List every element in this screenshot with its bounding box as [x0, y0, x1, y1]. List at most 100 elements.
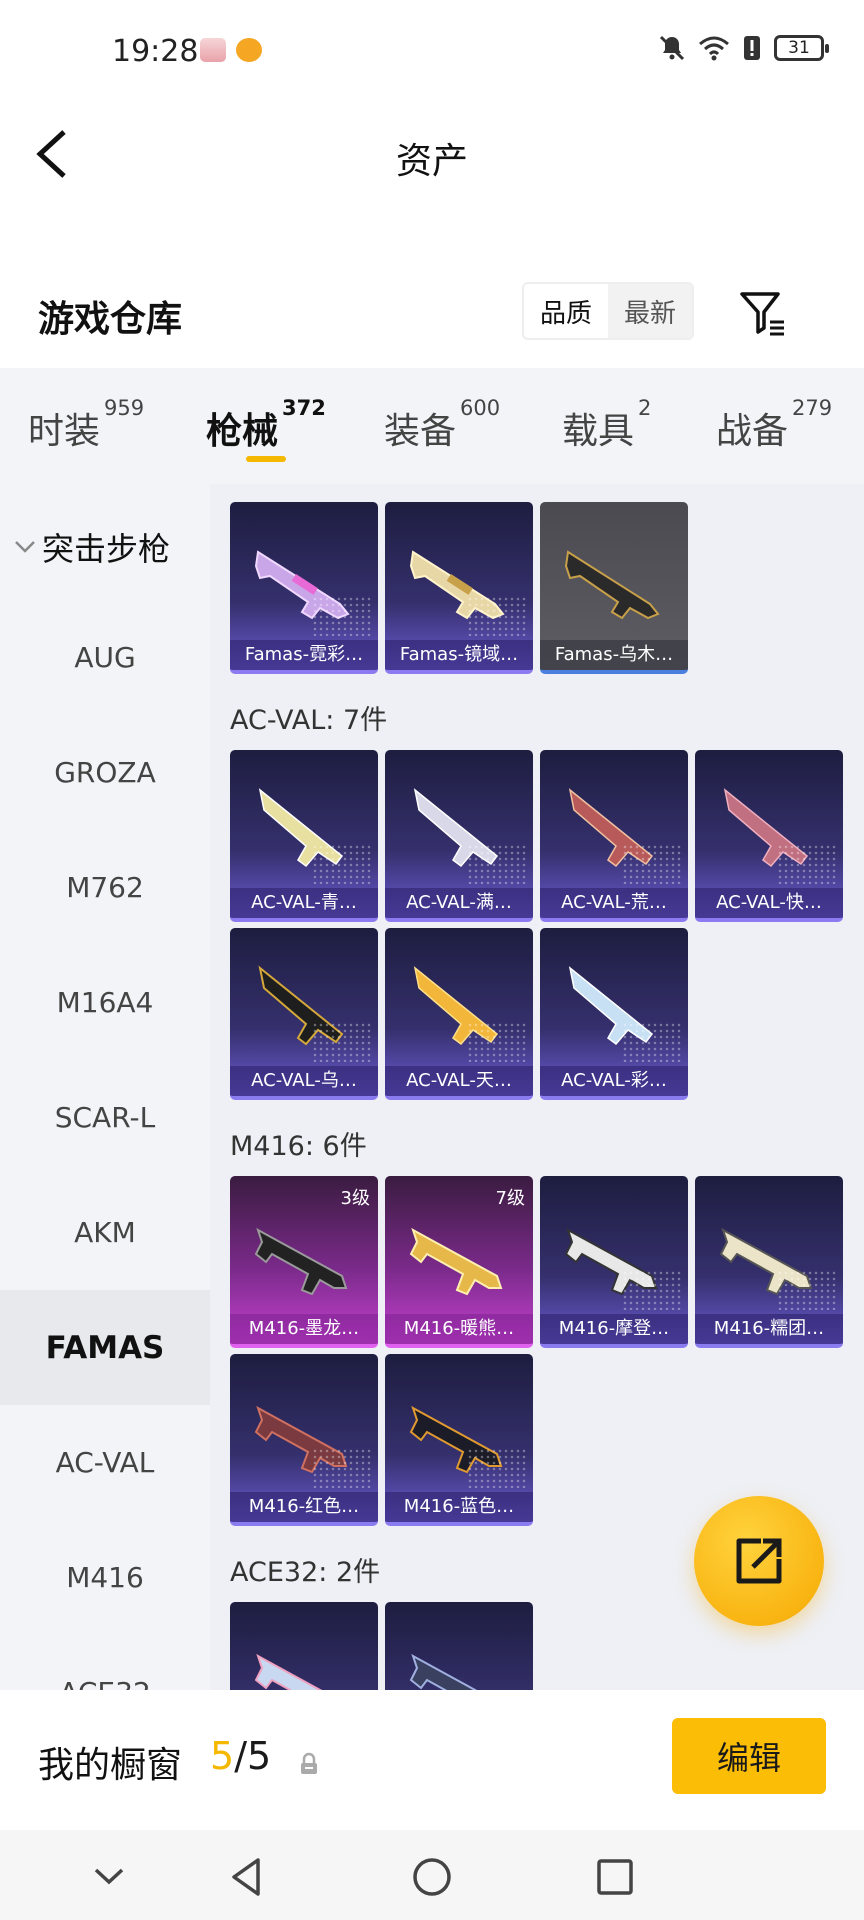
showcase-count-current: 5 [210, 1734, 235, 1778]
card-pattern [622, 1022, 682, 1062]
sidebar-item-famas[interactable]: FAMAS [0, 1290, 210, 1405]
skin-card[interactable] [230, 1602, 378, 1690]
tab-label: 战备 [716, 411, 789, 452]
warehouse-title: 游戏仓库 [38, 299, 183, 340]
sidebar-item-m416[interactable]: M416 [0, 1520, 210, 1635]
status-time: 19:28 [112, 34, 199, 69]
skin-card[interactable]: 7级 M416-暖熊… [385, 1176, 533, 1348]
circle-home-icon [413, 1858, 451, 1896]
triangle-back-icon [232, 1858, 260, 1896]
skin-card[interactable]: Famas-镜域… [385, 502, 533, 674]
skin-card[interactable]: M416-蓝色… [385, 1354, 533, 1526]
square-recents-icon [597, 1859, 633, 1895]
sidebar-item-akm[interactable]: AKM [0, 1175, 210, 1290]
skin-name: AC-VAL-青… [230, 888, 378, 918]
skin-card[interactable]: M416-红色… [230, 1354, 378, 1526]
skin-name: AC-VAL-乌… [230, 1066, 378, 1096]
alert-icon [744, 36, 760, 60]
skin-name: AC-VAL-荒… [540, 888, 688, 918]
skin-card[interactable]: Famas-乌木… [540, 502, 688, 674]
skin-card[interactable]: AC-VAL-天… [385, 928, 533, 1100]
card-pattern [312, 1022, 372, 1062]
showcase-bar: 我的橱窗 5/5 编辑 [0, 1690, 864, 1830]
status-bar: 19:28 31 [0, 0, 864, 104]
tab-equipment[interactable]: 装备600 [384, 396, 500, 454]
sidebar-item-aug[interactable]: AUG [0, 600, 210, 715]
section-title-ac-val: AC-VAL: 7件 [230, 705, 388, 736]
rifle-skin-icon [409, 1227, 503, 1296]
skin-card[interactable]: M416-糯团… [695, 1176, 843, 1348]
skin-name: M416-暖熊… [385, 1314, 533, 1344]
skin-card[interactable]: AC-VAL-青… [230, 750, 378, 922]
sort-latest-button[interactable]: 最新 [608, 284, 692, 338]
card-pattern [312, 844, 372, 884]
nav-recents-button[interactable] [590, 1852, 640, 1902]
famas-row: Famas-霓彩… Famas-镜域… Famas-乌木… [230, 502, 688, 674]
card-pattern [622, 844, 682, 884]
skin-card[interactable]: AC-VAL-乌… [230, 928, 378, 1100]
card-pattern [467, 844, 527, 884]
skin-card[interactable]: AC-VAL-彩… [540, 928, 688, 1100]
card-pattern [467, 1022, 527, 1062]
battery-indicator: 31 [774, 35, 829, 61]
skin-name: M416-蓝色… [385, 1492, 533, 1522]
skin-card[interactable]: AC-VAL-满… [385, 750, 533, 922]
rifle-skin-icon [409, 1653, 478, 1690]
skin-card[interactable]: M416-摩登… [540, 1176, 688, 1348]
tab-guns[interactable]: 枪械372 [206, 396, 326, 454]
nav-home-button[interactable] [407, 1852, 457, 1902]
share-fab-button[interactable] [694, 1496, 824, 1626]
card-pattern [312, 596, 372, 636]
sort-toggle: 品质 最新 [522, 282, 694, 340]
app-notification-icon [200, 38, 226, 62]
tab-count: 959 [104, 396, 145, 420]
skin-name: Famas-霓彩… [230, 640, 378, 670]
card-pattern [467, 596, 527, 636]
skin-name: AC-VAL-满… [385, 888, 533, 918]
sidebar-item-scar-l[interactable]: SCAR-L [0, 1060, 210, 1175]
sidebar-group-assault-rifles[interactable]: 突击步枪 [14, 524, 170, 570]
sort-quality-button[interactable]: 品质 [524, 284, 608, 338]
m416-row-1: 3级 M416-墨龙… 7级 M416-暖熊… M416-摩登… M416-糯团… [230, 1176, 843, 1348]
skin-name: AC-VAL-快… [695, 888, 843, 918]
chevron-down-icon [94, 1868, 124, 1885]
card-pattern [622, 1270, 682, 1310]
tab-count: 600 [460, 396, 501, 420]
skin-card[interactable]: 3级 M416-墨龙… [230, 1176, 378, 1348]
active-tab-indicator [246, 456, 286, 462]
skin-card[interactable]: AC-VAL-快… [695, 750, 843, 922]
sidebar-item-m762[interactable]: M762 [0, 830, 210, 945]
rifle-skin-icon [564, 550, 660, 620]
card-pattern [312, 1448, 372, 1488]
card-pattern [467, 1448, 527, 1488]
filter-button[interactable] [738, 288, 788, 338]
skin-card[interactable] [385, 1602, 533, 1690]
edit-button[interactable]: 编辑 [672, 1718, 826, 1794]
ac-val-row-1: AC-VAL-青… AC-VAL-满… AC-VAL-荒… AC-VAL-快… [230, 750, 843, 922]
tab-label: 装备 [384, 411, 457, 452]
showcase-count-total: /5 [234, 1734, 272, 1778]
tab-vehicles[interactable]: 载具2 [562, 396, 651, 454]
tab-fashion[interactable]: 时装959 [28, 396, 144, 454]
status-right: 31 [658, 34, 829, 62]
tab-supplies[interactable]: 战备279 [716, 396, 832, 454]
chevron-down-icon [15, 541, 35, 553]
wifi-icon [699, 36, 729, 61]
sidebar-item-ac-val[interactable]: AC-VAL [0, 1405, 210, 1520]
tab-count: 279 [792, 396, 833, 420]
sidebar-item-groza[interactable]: GROZA [0, 715, 210, 830]
skin-card[interactable]: Famas-霓彩… [230, 502, 378, 674]
card-pattern [777, 844, 837, 884]
weapon-sidebar: 突击步枪 AUG GROZA M762 M16A4 SCAR-L AKM FAM… [0, 484, 210, 1690]
sidebar-item-m16a4[interactable]: M16A4 [0, 945, 210, 1060]
skin-name: Famas-镜域… [385, 640, 533, 670]
skin-name: M416-墨龙… [230, 1314, 378, 1344]
nav-hide-button[interactable] [84, 1852, 134, 1902]
skin-card[interactable]: AC-VAL-荒… [540, 750, 688, 922]
tab-label: 载具 [562, 411, 635, 452]
sidebar-item-ace32[interactable]: ACE32 [0, 1635, 210, 1690]
showcase-label: 我的橱窗 [38, 1745, 183, 1786]
card-pattern [777, 1270, 837, 1310]
showcase-count: 5/5 [210, 1734, 271, 1778]
nav-back-button[interactable] [222, 1852, 272, 1902]
